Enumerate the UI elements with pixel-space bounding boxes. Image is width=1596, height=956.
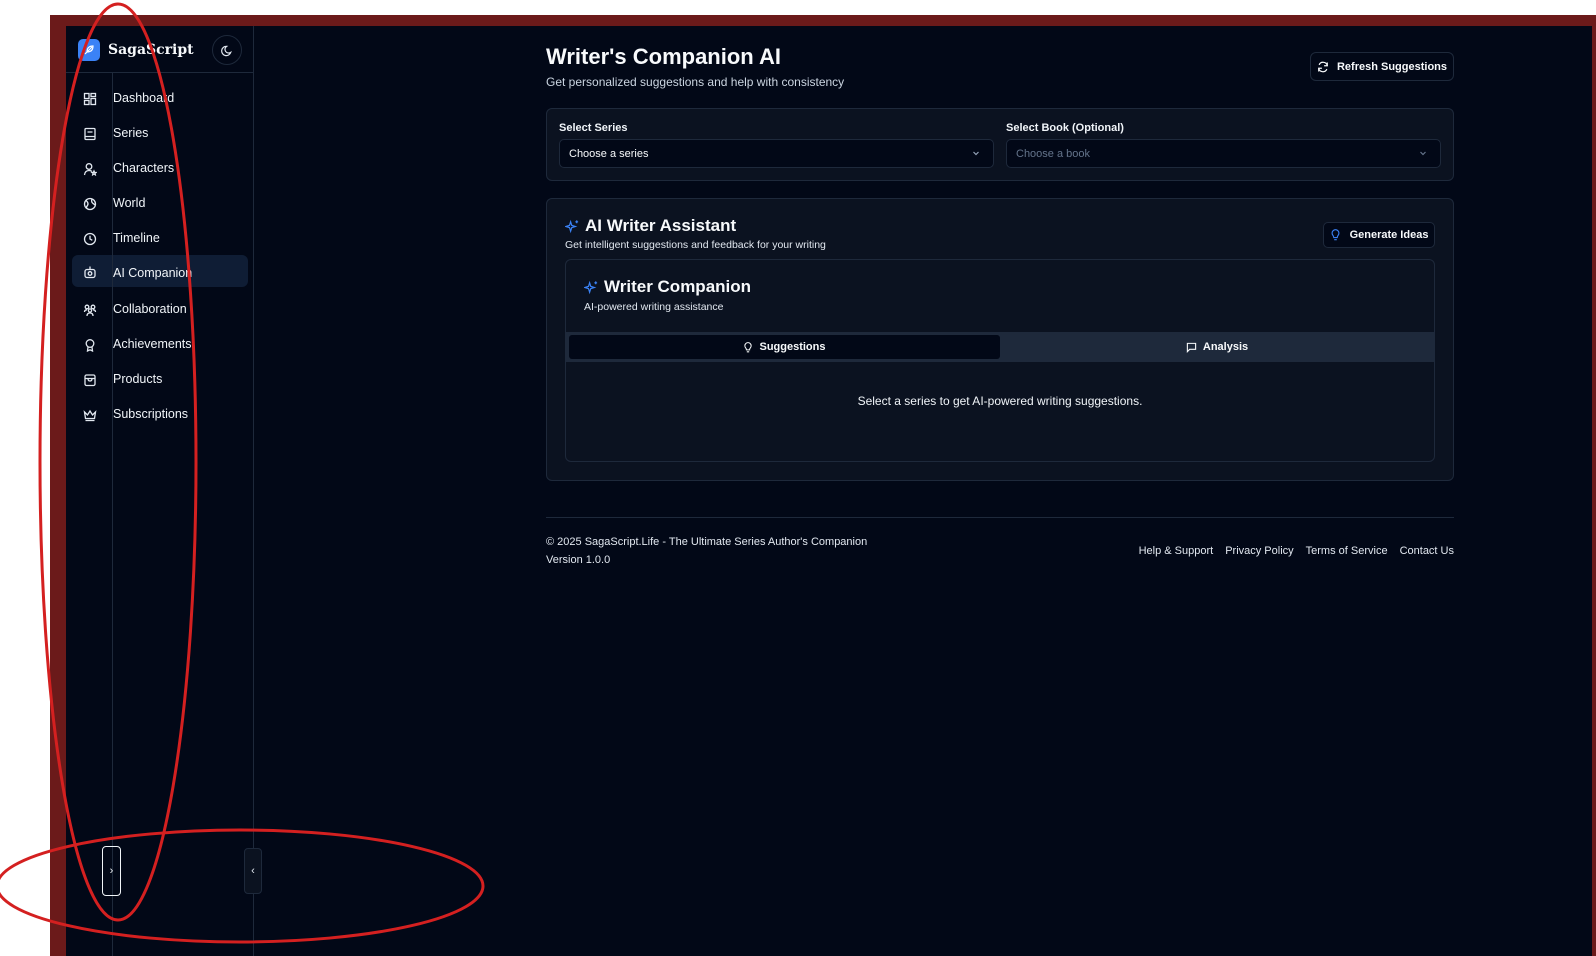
sidebar-item-label: Timeline: [113, 231, 160, 245]
sidebar-item-label: Dashboard: [113, 91, 175, 105]
book-select-placeholder: Choose a book: [1016, 148, 1090, 160]
sidebar-item-achievements[interactable]: Achievements: [72, 329, 248, 361]
theme-toggle-button[interactable]: [212, 35, 242, 65]
sidebar-item-ai-companion[interactable]: AI Companion: [72, 255, 248, 287]
sidebar-item-timeline[interactable]: Timeline: [72, 223, 248, 255]
empty-state-message: Select a series to get AI-powered writin…: [857, 394, 1143, 408]
brand-name: SagaScript: [108, 42, 194, 58]
sidebar-inner-divider: [112, 73, 113, 956]
tab-suggestions[interactable]: Suggestions: [569, 335, 1000, 359]
footer-links: Help & Support Privacy Policy Terms of S…: [1139, 545, 1454, 557]
page-title: Writer's Companion AI: [546, 44, 782, 69]
refresh-icon: [1318, 61, 1328, 72]
book-select[interactable]: Choose a book: [1006, 139, 1441, 168]
writer-companion-subtitle: AI-powered writing assistance: [584, 301, 724, 313]
footer-divider: [546, 517, 1454, 518]
series-select[interactable]: Choose a series: [559, 139, 994, 168]
crown-icon: [82, 407, 98, 423]
footer-link-contact-us[interactable]: Contact Us: [1400, 545, 1454, 557]
sidebar-item-label: Products: [113, 372, 163, 386]
footer-link-help-support[interactable]: Help & Support: [1139, 545, 1214, 557]
ai-assistant-title: AI Writer Assistant: [585, 216, 737, 235]
sidebar-item-label: World: [113, 196, 146, 210]
writer-companion-card: Writer Companion AI-powered writing assi…: [565, 259, 1435, 462]
ai-assistant-subtitle: Get intelligent suggestions and feedback…: [565, 239, 826, 251]
message-square-icon: [1186, 342, 1197, 353]
chevron-down-icon: [1420, 151, 1426, 156]
award-icon: [82, 337, 98, 353]
series-select-label: Select Series: [559, 122, 628, 134]
globe-icon: [82, 196, 98, 212]
feather-logo-icon: [78, 39, 100, 61]
sparkles-icon: [565, 219, 579, 234]
sidebar-item-characters[interactable]: Characters: [72, 153, 248, 185]
sparkles-icon: [584, 280, 598, 295]
refresh-suggestions-label: Refresh Suggestions: [1336, 60, 1448, 73]
footer-link-terms-of-service[interactable]: Terms of Service: [1306, 545, 1388, 557]
sidebar-item-label: AI Companion: [113, 266, 193, 280]
user-star-icon: [82, 161, 98, 177]
chevron-down-icon: [973, 151, 979, 156]
brand[interactable]: SagaScript: [78, 38, 194, 62]
companion-tabs: Suggestions Analysis: [566, 332, 1434, 362]
sidebar-item-collaboration[interactable]: Collaboration: [72, 294, 248, 326]
sidebar-divider: [66, 72, 254, 73]
selector-card: Select Series Choose a series Select Boo…: [546, 108, 1454, 181]
footer-version: Version 1.0.0: [546, 554, 611, 566]
sidebar-item-label: Collaboration: [113, 302, 187, 316]
lightbulb-icon: [1331, 229, 1340, 241]
lightbulb-icon: [744, 341, 753, 352]
page-subtitle: Get personalized suggestions and help wi…: [546, 75, 845, 89]
package-icon: [82, 372, 98, 388]
chevron-left-icon: ‹: [251, 865, 255, 877]
sidebar-item-label: Achievements: [113, 337, 192, 351]
writer-companion-title: Writer Companion: [604, 277, 752, 296]
footer-copyright: © 2025 SagaScript.Life - The Ultimate Se…: [546, 536, 868, 548]
book-icon: [82, 126, 98, 142]
users-icon: [82, 302, 98, 318]
sidebar-item-label: Series: [113, 126, 149, 140]
book-select-label: Select Book (Optional): [1006, 122, 1124, 134]
sidebar-item-dashboard[interactable]: Dashboard: [72, 83, 248, 115]
app-window: SagaScript Dashboard Series Characters W…: [66, 26, 1592, 956]
sidebar-item-subscriptions[interactable]: Subscriptions: [72, 399, 248, 431]
sidebar-item-label: Characters: [113, 161, 175, 175]
expand-sidebar-button[interactable]: ›: [102, 846, 121, 896]
ai-writer-assistant-card: AI Writer Assistant Get intelligent sugg…: [546, 198, 1454, 481]
sidebar-item-label: Subscriptions: [113, 407, 189, 421]
tab-analysis-label: Analysis: [1202, 341, 1249, 353]
bot-icon: [82, 264, 98, 280]
refresh-suggestions-button[interactable]: Refresh Suggestions: [1310, 52, 1454, 81]
generate-ideas-label: Generate Ideas: [1349, 229, 1429, 241]
sidebar: SagaScript Dashboard Series Characters W…: [66, 26, 254, 956]
dashboard-icon: [82, 91, 98, 107]
collapse-sidebar-button[interactable]: ‹: [244, 848, 262, 894]
clock-icon: [82, 231, 98, 247]
sidebar-item-series[interactable]: Series: [72, 118, 248, 150]
sidebar-item-world[interactable]: World: [72, 188, 248, 220]
generate-ideas-button[interactable]: Generate Ideas: [1323, 222, 1435, 248]
chevron-right-icon: ›: [109, 865, 114, 877]
series-select-value: Choose a series: [569, 148, 649, 160]
footer-link-privacy-policy[interactable]: Privacy Policy: [1225, 545, 1293, 557]
tab-analysis[interactable]: Analysis: [1001, 335, 1433, 359]
tab-suggestions-label: Suggestions: [759, 341, 826, 353]
moon-icon: [220, 45, 232, 56]
sidebar-item-products[interactable]: Products: [72, 364, 248, 396]
